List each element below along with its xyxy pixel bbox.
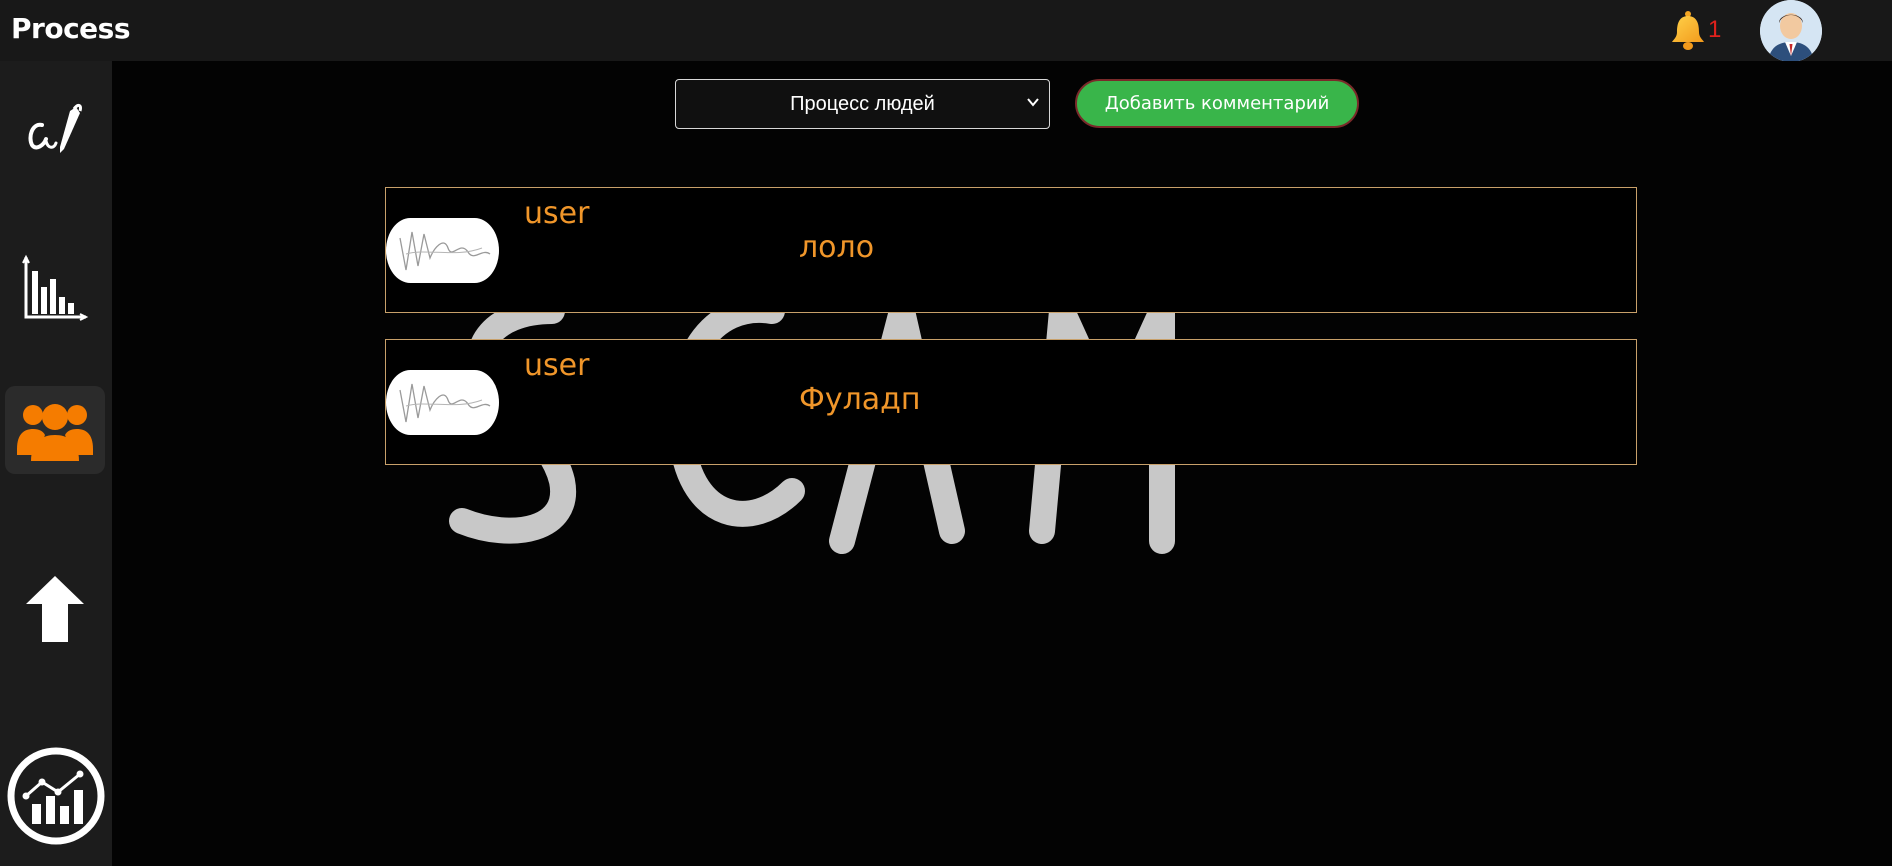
signature-image: [386, 370, 499, 435]
bar-chart-icon: [22, 254, 89, 321]
top-bar: Process 1: [0, 0, 1892, 62]
people-icon: [17, 404, 93, 461]
avatar[interactable]: [1760, 0, 1822, 62]
app-title: Process: [11, 12, 131, 45]
comment-text: Фуладп: [799, 382, 921, 417]
process-select[interactable]: Процесс людей: [675, 79, 1050, 129]
sidebar: [0, 61, 112, 866]
sidebar-item-analytics[interactable]: [4, 744, 108, 848]
process-select-value: Процесс людей: [790, 92, 935, 115]
comment-author: user: [524, 348, 590, 383]
add-comment-button[interactable]: Добавить комментарий: [1075, 79, 1359, 128]
comment-item: user Фуладп: [385, 339, 1637, 465]
signature-icon: [399, 231, 491, 271]
signature-image: [386, 218, 499, 283]
avatar-icon: [1760, 0, 1822, 62]
main-content: Процесс людей Добавить комментарий user …: [112, 61, 1892, 866]
notification-count: 1: [1708, 16, 1722, 43]
comment-author: user: [524, 196, 590, 231]
comment-text: лоло: [799, 230, 875, 265]
comment-item: user лоло: [385, 187, 1637, 313]
line-chart-icon: [7, 747, 105, 845]
sidebar-item-upload[interactable]: [5, 565, 105, 653]
sidebar-item-statistics[interactable]: [5, 244, 105, 332]
sidebar-item-people[interactable]: [5, 386, 105, 474]
signature-pen-icon: [28, 103, 82, 153]
bell-icon[interactable]: [1666, 8, 1710, 52]
chevron-down-icon: [1027, 98, 1039, 107]
signature-icon: [399, 383, 491, 423]
sidebar-item-signature[interactable]: [5, 88, 105, 176]
upload-arrow-icon: [26, 576, 84, 642]
